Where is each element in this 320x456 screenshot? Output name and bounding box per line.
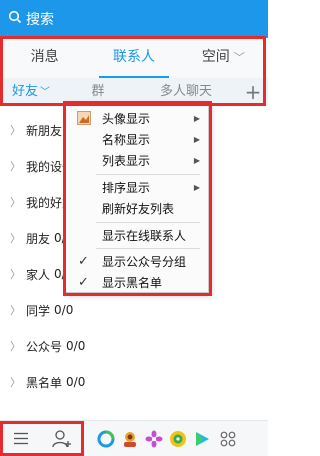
menu-divider (96, 248, 200, 249)
tab-messages[interactable]: 消息 (0, 38, 89, 78)
menu-item-sort-display[interactable]: 排序显示 ▶ (66, 177, 208, 197)
video-icon[interactable] (190, 430, 214, 448)
avatar-display-icon (77, 111, 91, 128)
menu-item-name-display[interactable]: 名称显示 ▶ (66, 129, 208, 149)
submenu-arrow-icon: ▶ (193, 155, 200, 165)
menu-item-show-blacklist[interactable]: ✓ 显示黑名单 (66, 272, 208, 292)
app-grid-icon[interactable] (214, 431, 242, 447)
checkmark-icon: ✓ (78, 274, 89, 290)
contact-group-row[interactable]: 〉同学 0/0 (0, 292, 268, 328)
contact-group-row[interactable]: 〉公众号 0/0 (0, 328, 268, 364)
submenu-arrow-icon: ▶ (193, 134, 200, 144)
menu-item-avatar-display[interactable]: 头像显示 ▶ (66, 108, 208, 128)
menu-icon[interactable] (0, 432, 42, 445)
qq-browser-icon[interactable] (94, 430, 118, 448)
chevron-right-icon: 〉 (10, 376, 21, 389)
chevron-down-icon: ﹀ (233, 51, 245, 64)
tab-space[interactable]: 空间 ﹀ (179, 38, 268, 78)
add-icon[interactable]: + (238, 78, 268, 106)
search-bar[interactable]: 搜索 (0, 0, 268, 38)
sub-tabs: 好友 ﹀ 群 多人聊天 + (0, 78, 268, 106)
main-tabs: 消息 联系人 空间 ﹀ (0, 38, 268, 78)
menu-item-refresh-friends[interactable]: 刷新好友列表 (66, 198, 208, 218)
chevron-right-icon: 〉 (10, 124, 21, 137)
contact-group-row[interactable]: 〉黑名单 0/0 (0, 364, 268, 400)
chevron-right-icon: 〉 (10, 232, 21, 245)
menu-divider (96, 222, 200, 223)
chevron-right-icon: 〉 (10, 340, 21, 353)
bottom-toolbar (0, 420, 268, 456)
submenu-arrow-icon: ▶ (193, 182, 200, 192)
subtab-multi-chat[interactable]: 多人聊天 (134, 78, 238, 106)
submenu-arrow-icon: ▶ (193, 113, 200, 123)
chevron-right-icon: 〉 (10, 304, 21, 317)
chevron-right-icon: 〉 (10, 160, 21, 173)
subtab-groups[interactable]: 群 (62, 78, 134, 106)
menu-item-show-online[interactable]: 显示在线联系人 (66, 225, 208, 245)
menu-item-show-official-accounts[interactable]: ✓ 显示公众号分组 (66, 251, 208, 271)
chevron-right-icon: 〉 (10, 268, 21, 281)
search-icon (8, 10, 26, 28)
game-icon[interactable] (118, 430, 142, 448)
subtab-friends[interactable]: 好友 ﹀ (0, 78, 62, 107)
add-contact-icon[interactable] (42, 429, 82, 448)
search-placeholder: 搜索 (26, 12, 54, 28)
context-menu: 头像显示 ▶ 名称显示 ▶ 列表显示 ▶ 排序显示 ▶ 刷新好友列表 显示在线联… (65, 103, 209, 293)
tab-contacts[interactable]: 联系人 (89, 38, 178, 78)
chevron-right-icon: 〉 (10, 196, 21, 209)
chevron-down-icon: ﹀ (40, 86, 50, 98)
menu-item-list-display[interactable]: 列表显示 ▶ (66, 150, 208, 170)
flower-icon[interactable] (142, 430, 166, 448)
music-icon[interactable] (166, 430, 190, 448)
menu-divider (96, 174, 200, 175)
checkmark-icon: ✓ (78, 253, 89, 269)
